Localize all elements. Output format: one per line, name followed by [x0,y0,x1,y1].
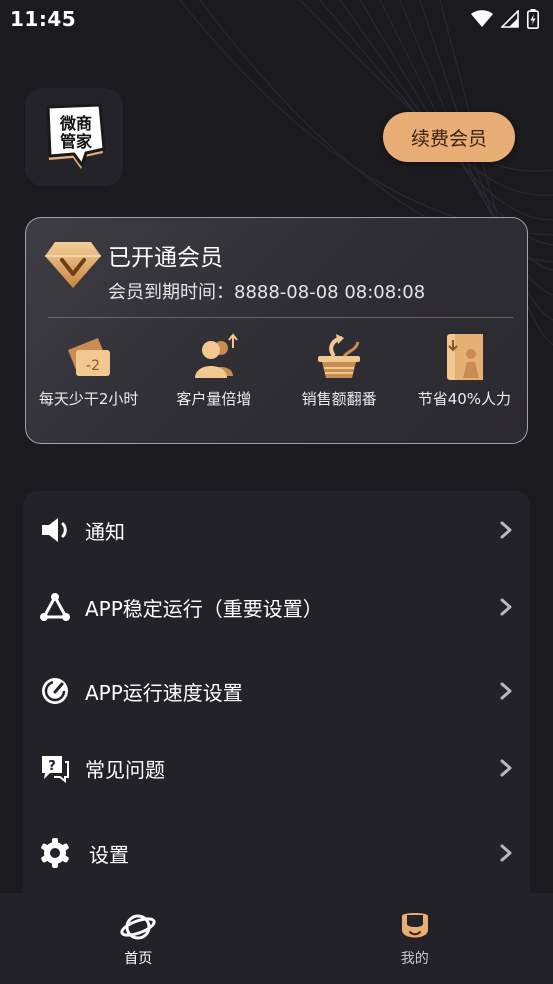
menu-item-speed-setting[interactable]: APP运行速度设置 [23,663,530,719]
battery-icon [527,9,539,29]
benefit-item: 节省40%人力 [402,330,527,409]
menu-label: APP稳定运行（重要设置） [85,596,323,621]
menu-label: 常见问题 [85,757,165,782]
svg-text:?: ? [48,759,56,774]
renew-membership-button[interactable]: 续费会员 [383,112,515,162]
benefit-item: 销售额翻番 [277,330,402,409]
sales-basket-icon [312,330,366,384]
chevron-right-icon [500,759,512,777]
vip-card: 已开通会员 会员到期时间：8888-08-08 08:08:08 -2 每天少干… [25,217,528,444]
tab-home[interactable]: 首页 [0,893,277,984]
wifi-icon [471,10,493,27]
vip-expire-label: 会员到期时间： [108,282,234,303]
tab-mine[interactable]: 我的 [277,893,553,984]
question-chat-icon: ? [37,750,73,786]
logo-text-line2: 管家 [60,132,93,151]
tab-label: 首页 [124,951,153,967]
chevron-right-icon [500,844,512,862]
settings-menu: 通知 APP稳定运行（重要设置） APP运行速度设置 ? 常见问题 设置 [23,491,530,911]
status-icons [471,9,539,29]
menu-item-notification[interactable]: 通知 [23,502,530,558]
bottom-tab-bar: 首页 我的 [0,893,553,984]
network-icon [37,589,73,625]
benefit-item: 客户量倍增 [151,330,276,409]
diamond-icon [45,242,101,288]
benefit-item: -2 每天少干2小时 [26,330,151,409]
customers-up-icon [187,330,241,384]
benefits-row: -2 每天少干2小时 客户量倍增 销售额翻番 节省40%人力 [26,330,527,409]
status-bar: 11:45 [0,0,553,38]
time-ticket-icon: -2 [62,330,116,384]
face-icon [401,913,428,938]
planet-icon [120,914,156,940]
menu-label: 通知 [85,519,125,544]
chevron-right-icon [500,521,512,539]
app-logo: 微商 管家 [25,88,123,186]
chevron-right-icon [500,682,512,700]
menu-label: APP运行速度设置 [85,680,243,705]
menu-item-settings[interactable]: 设置 [23,825,530,881]
signal-icon [501,10,519,28]
menu-label: 设置 [89,842,129,867]
benefit-label: 客户量倍增 [176,390,252,408]
manpower-door-icon [437,330,491,384]
menu-item-faq[interactable]: ? 常见问题 [23,740,530,796]
speaker-icon [37,512,73,548]
gear-icon [37,835,73,871]
logo-text-line1: 微商 [59,114,92,133]
chevron-right-icon [500,598,512,616]
benefit-label: 每天少干2小时 [38,390,139,408]
logo-badge-icon: 微商 管家 [46,103,106,169]
divider [48,317,513,318]
menu-item-stable-run[interactable]: APP稳定运行（重要设置） [23,579,530,635]
tab-label: 我的 [400,951,429,967]
vip-title: 已开通会员 [108,245,223,271]
vip-expire-value: 8888-08-08 08:08:08 [234,282,426,303]
ticket-badge: -2 [86,358,100,374]
benefit-label: 节省40%人力 [417,390,512,408]
vip-expire-line: 会员到期时间：8888-08-08 08:08:08 [108,278,425,304]
speedometer-icon [37,673,73,709]
benefit-label: 销售额翻番 [301,390,377,408]
status-time: 11:45 [10,7,77,31]
